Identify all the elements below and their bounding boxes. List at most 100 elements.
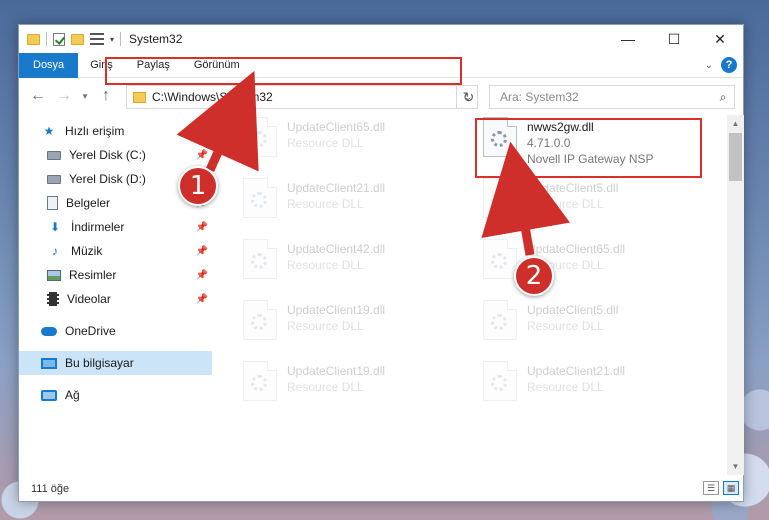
sidebar-item-label: Belgeler <box>66 196 111 210</box>
sidebar-item-downloads[interactable]: ⬇ İndirmeler 📌 <box>19 215 212 239</box>
tab-view[interactable]: Görünüm <box>182 53 252 78</box>
quick-access-toolbar: ▾ <box>19 32 122 46</box>
sidebar-item-this-pc[interactable]: Bu bilgisayar <box>19 351 212 375</box>
file-type: Resource DLL <box>287 136 364 150</box>
file-item-highlighted[interactable]: nwws2gw.dll 4.71.0.0 Novell IP Gateway N… <box>483 117 713 171</box>
file-name: UpdateClient42.dll <box>287 242 386 256</box>
details-view-icon[interactable]: ☰ <box>703 481 719 495</box>
sidebar-item-local-disk-c[interactable]: Yerel Disk (C:) 📌 <box>19 143 212 167</box>
file-item[interactable]: UpdateClient5.dll Resource DLL <box>483 178 713 232</box>
dll-file-icon <box>483 178 517 218</box>
address-bar[interactable]: C:\Windows\System32 ⌄ <box>126 85 478 109</box>
customize-toolbar-dropdown-icon[interactable]: ▾ <box>110 35 114 44</box>
dll-file-icon <box>483 239 517 279</box>
refresh-icon[interactable]: ↻ <box>456 85 480 109</box>
pin-icon[interactable]: 📌 <box>196 222 208 233</box>
vertical-scrollbar[interactable]: ▲ ▼ <box>727 115 744 475</box>
file-type: Resource DLL <box>527 380 604 394</box>
navigation-bar: ← → ▾ ↑ C:\Windows\System32 ⌄ ↻ Ara: Sys… <box>19 78 743 114</box>
dll-file-icon <box>243 239 277 279</box>
file-item[interactable]: UpdateClient5.dll Resource DLL <box>483 300 713 354</box>
pictures-icon <box>47 269 61 281</box>
sidebar-item-label: Yerel Disk (C:) <box>69 148 146 162</box>
new-folder-icon[interactable] <box>71 33 84 45</box>
sidebar-item-label: Yerel Disk (D:) <box>69 172 146 186</box>
sidebar-item-network[interactable]: Ağ <box>19 383 212 407</box>
cloud-icon <box>41 326 57 336</box>
close-button[interactable]: ✕ <box>697 25 743 53</box>
sidebar-item-music[interactable]: ♪ Müzik 📌 <box>19 239 212 263</box>
up-arrow-icon[interactable]: ↑ <box>93 87 119 105</box>
search-box[interactable]: Ara: System32 ⌕ <box>489 85 735 109</box>
sidebar-item-label: İndirmeler <box>71 220 125 234</box>
minimize-button[interactable]: — <box>605 25 651 53</box>
drive-icon <box>47 174 61 184</box>
dll-file-icon <box>483 117 517 157</box>
sidebar-item-label: OneDrive <box>65 324 116 338</box>
dll-file-icon <box>243 300 277 340</box>
tab-share[interactable]: Paylaş <box>125 53 182 78</box>
file-name: UpdateClient21.dll <box>527 364 626 378</box>
folder-icon[interactable] <box>27 33 40 45</box>
file-item[interactable]: UpdateClient21.dll Resource DLL <box>243 178 473 232</box>
dll-file-icon <box>243 361 277 401</box>
address-path[interactable]: C:\Windows\System32 <box>152 90 459 104</box>
properties-check-icon[interactable] <box>53 32 65 46</box>
sidebar-item-quick-access[interactable]: ★ Hızlı erişim <box>19 119 212 143</box>
maximize-button[interactable]: ☐ <box>651 25 697 53</box>
forward-arrow-icon[interactable]: → <box>51 87 77 105</box>
file-item[interactable]: UpdateClient21.dll Resource DLL <box>483 361 713 415</box>
download-icon: ⬇ <box>49 220 61 234</box>
tab-file[interactable]: Dosya <box>19 52 79 78</box>
sidebar-item-label: Resimler <box>69 268 117 282</box>
file-version: 4.71.0.0 <box>527 136 571 150</box>
file-item[interactable]: UpdateClient19.dll Resource DLL <box>243 300 473 354</box>
expand-ribbon-icon[interactable]: ⌄ <box>705 60 713 71</box>
pin-icon[interactable]: 📌 <box>196 246 208 257</box>
sidebar-item-label: Müzik <box>71 244 103 258</box>
music-icon: ♪ <box>52 244 58 258</box>
help-icon[interactable]: ? <box>721 57 737 73</box>
pin-icon[interactable]: 📌 <box>196 294 208 305</box>
documents-icon <box>47 196 58 210</box>
drive-icon <box>47 150 61 160</box>
file-name: nwws2gw.dll <box>527 120 594 134</box>
window-title: System32 <box>129 32 183 46</box>
pin-icon[interactable]: 📌 <box>196 270 208 281</box>
file-type: Resource DLL <box>527 197 604 211</box>
tab-home[interactable]: Giriş <box>78 53 125 78</box>
folder-icon <box>133 91 146 103</box>
pin-icon[interactable]: 📌 <box>196 150 208 161</box>
file-name: UpdateClient65.dll <box>287 120 386 134</box>
file-type: Resource DLL <box>287 319 364 333</box>
search-input[interactable]: Ara: System32 <box>490 90 712 104</box>
step-2-badge: 2 <box>514 256 554 296</box>
sidebar-item-pictures[interactable]: Resimler 📌 <box>19 263 212 287</box>
scroll-up-icon[interactable]: ▲ <box>727 115 744 132</box>
file-name: UpdateClient65.dll <box>527 242 626 256</box>
star-icon: ★ <box>43 124 55 138</box>
separator <box>120 32 122 46</box>
sidebar-item-label: Ağ <box>65 388 80 402</box>
ribbon-tabs: Dosya Giriş Paylaş Görünüm ⌄ ? <box>19 52 743 78</box>
file-item[interactable]: UpdateClient19.dll Resource DLL <box>243 361 473 415</box>
sidebar-item-videos[interactable]: Videolar 📌 <box>19 287 212 311</box>
file-item[interactable]: UpdateClient65.dll Resource DLL <box>243 117 473 171</box>
file-item[interactable]: UpdateClient42.dll Resource DLL <box>243 239 473 293</box>
item-count: 111 öğe <box>31 483 70 495</box>
title-bar: ▾ System32 — ☐ ✕ <box>19 25 743 53</box>
scroll-down-icon[interactable]: ▼ <box>727 458 744 475</box>
back-arrow-icon[interactable]: ← <box>25 87 51 105</box>
tiles-view-icon[interactable]: ▦ <box>723 481 739 495</box>
sidebar-item-label: Bu bilgisayar <box>65 356 134 370</box>
dll-file-icon <box>243 117 277 157</box>
sidebar-item-onedrive[interactable]: OneDrive <box>19 319 212 343</box>
file-type: Resource DLL <box>287 197 364 211</box>
scroll-thumb[interactable] <box>729 133 742 181</box>
search-icon[interactable]: ⌕ <box>712 90 734 105</box>
file-type: Resource DLL <box>287 380 364 394</box>
status-bar: 111 öğe ☰ ▦ <box>19 477 743 501</box>
recent-locations-dropdown-icon[interactable]: ▾ <box>77 91 93 102</box>
properties-icon[interactable] <box>90 33 104 45</box>
file-name: UpdateClient5.dll <box>527 303 619 317</box>
